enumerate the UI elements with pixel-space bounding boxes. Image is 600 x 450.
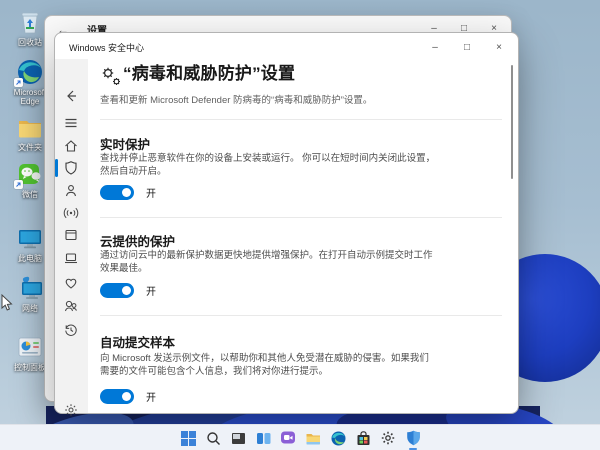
section-heading-cloud: 云提供的保护: [100, 235, 176, 249]
section-heading-realtime: 实时保护: [100, 138, 151, 152]
person-icon[interactable]: [63, 183, 79, 199]
maximize-button[interactable]: □: [460, 41, 474, 55]
taskbar: [0, 424, 600, 450]
toggle-switch-on[interactable]: [100, 389, 134, 404]
wechat-icon: [14, 160, 44, 189]
task-view-icon[interactable]: [254, 429, 272, 447]
section-description: 向 Microsoft 发送示例文件，以帮助你和其他人免受潜在威胁的侵害。如果我…: [100, 353, 429, 377]
window-title: Windows 安全中心: [69, 43, 145, 53]
security-content: “病毒和威胁防护”设置 查看和更新 Microsoft Defender 防病毒…: [88, 59, 518, 413]
gears-icon: [100, 65, 122, 87]
windows-security-icon[interactable]: [404, 429, 422, 450]
network-signal-icon[interactable]: [63, 205, 79, 221]
close-button[interactable]: ×: [492, 41, 506, 55]
network-icon: [16, 274, 44, 302]
health-heart-icon[interactable]: [63, 275, 79, 291]
store-icon[interactable]: [354, 429, 372, 447]
divider: [100, 315, 502, 316]
page-title: “病毒和威胁防护”设置: [123, 64, 296, 83]
toggle-state-label: 开: [146, 189, 156, 200]
family-options-icon[interactable]: [63, 298, 79, 314]
home-icon[interactable]: [63, 138, 79, 154]
realtime-protection-toggle[interactable]: 开: [100, 185, 156, 200]
control-panel-icon: [16, 333, 44, 361]
folder-icon: [16, 113, 44, 141]
selected-indicator: [55, 159, 58, 177]
toggle-switch-on[interactable]: [100, 283, 134, 298]
search-icon[interactable]: [204, 429, 222, 447]
page-subtitle: 查看和更新 Microsoft Defender 防病毒的“病毒和威胁防护”设置…: [100, 95, 373, 106]
divider: [100, 119, 502, 120]
back-icon[interactable]: [63, 88, 79, 104]
section-heading-sample: 自动提交样本: [100, 336, 176, 350]
toggle-switch-on[interactable]: [100, 185, 134, 200]
edge-icon: [14, 58, 44, 87]
gear-icon[interactable]: [63, 402, 79, 418]
desktop-app-icon[interactable]: [229, 429, 247, 447]
shield-icon[interactable]: [63, 160, 79, 176]
security-sidebar: [55, 59, 88, 416]
history-clock-icon[interactable]: [63, 322, 79, 338]
section-description: 查找并停止恶意软件在你的设备上安装或运行。 你可以在短时间内关闭此设置，然后自动…: [100, 153, 436, 177]
divider: [100, 217, 502, 218]
menu-icon[interactable]: [63, 115, 79, 131]
sample-submission-toggle[interactable]: 开: [100, 389, 156, 404]
desktop: 回收站 Microsoft Edge 文件夹 微信 此电脑 网络 控制面板 ← …: [0, 0, 600, 450]
section-description: 通过访问云中的最新保护数据更快地提供增强保护。在打开自动示例提交时工作效果最佳。: [100, 250, 433, 274]
settings-gear-icon[interactable]: [379, 429, 397, 447]
app-browser-icon[interactable]: [63, 227, 79, 243]
recycle-bin-icon: [16, 8, 44, 36]
chat-icon[interactable]: [279, 429, 297, 447]
cloud-protection-toggle[interactable]: 开: [100, 283, 156, 298]
file-explorer-icon[interactable]: [304, 429, 322, 447]
device-laptop-icon[interactable]: [63, 250, 79, 266]
this-pc-icon: [16, 224, 44, 252]
shortcut-arrow-icon: [14, 78, 23, 87]
minimize-button[interactable]: –: [428, 41, 442, 55]
toggle-state-label: 开: [146, 393, 156, 404]
scrollbar[interactable]: [511, 65, 513, 179]
toggle-state-label: 开: [146, 287, 156, 298]
edge-icon[interactable]: [329, 429, 347, 447]
shortcut-arrow-icon: [14, 180, 23, 189]
start-button[interactable]: [179, 429, 197, 447]
windows-security-window: Windows 安全中心 – □ × “病毒和威胁防护”设置 查看和更新 Mic…: [54, 32, 519, 416]
